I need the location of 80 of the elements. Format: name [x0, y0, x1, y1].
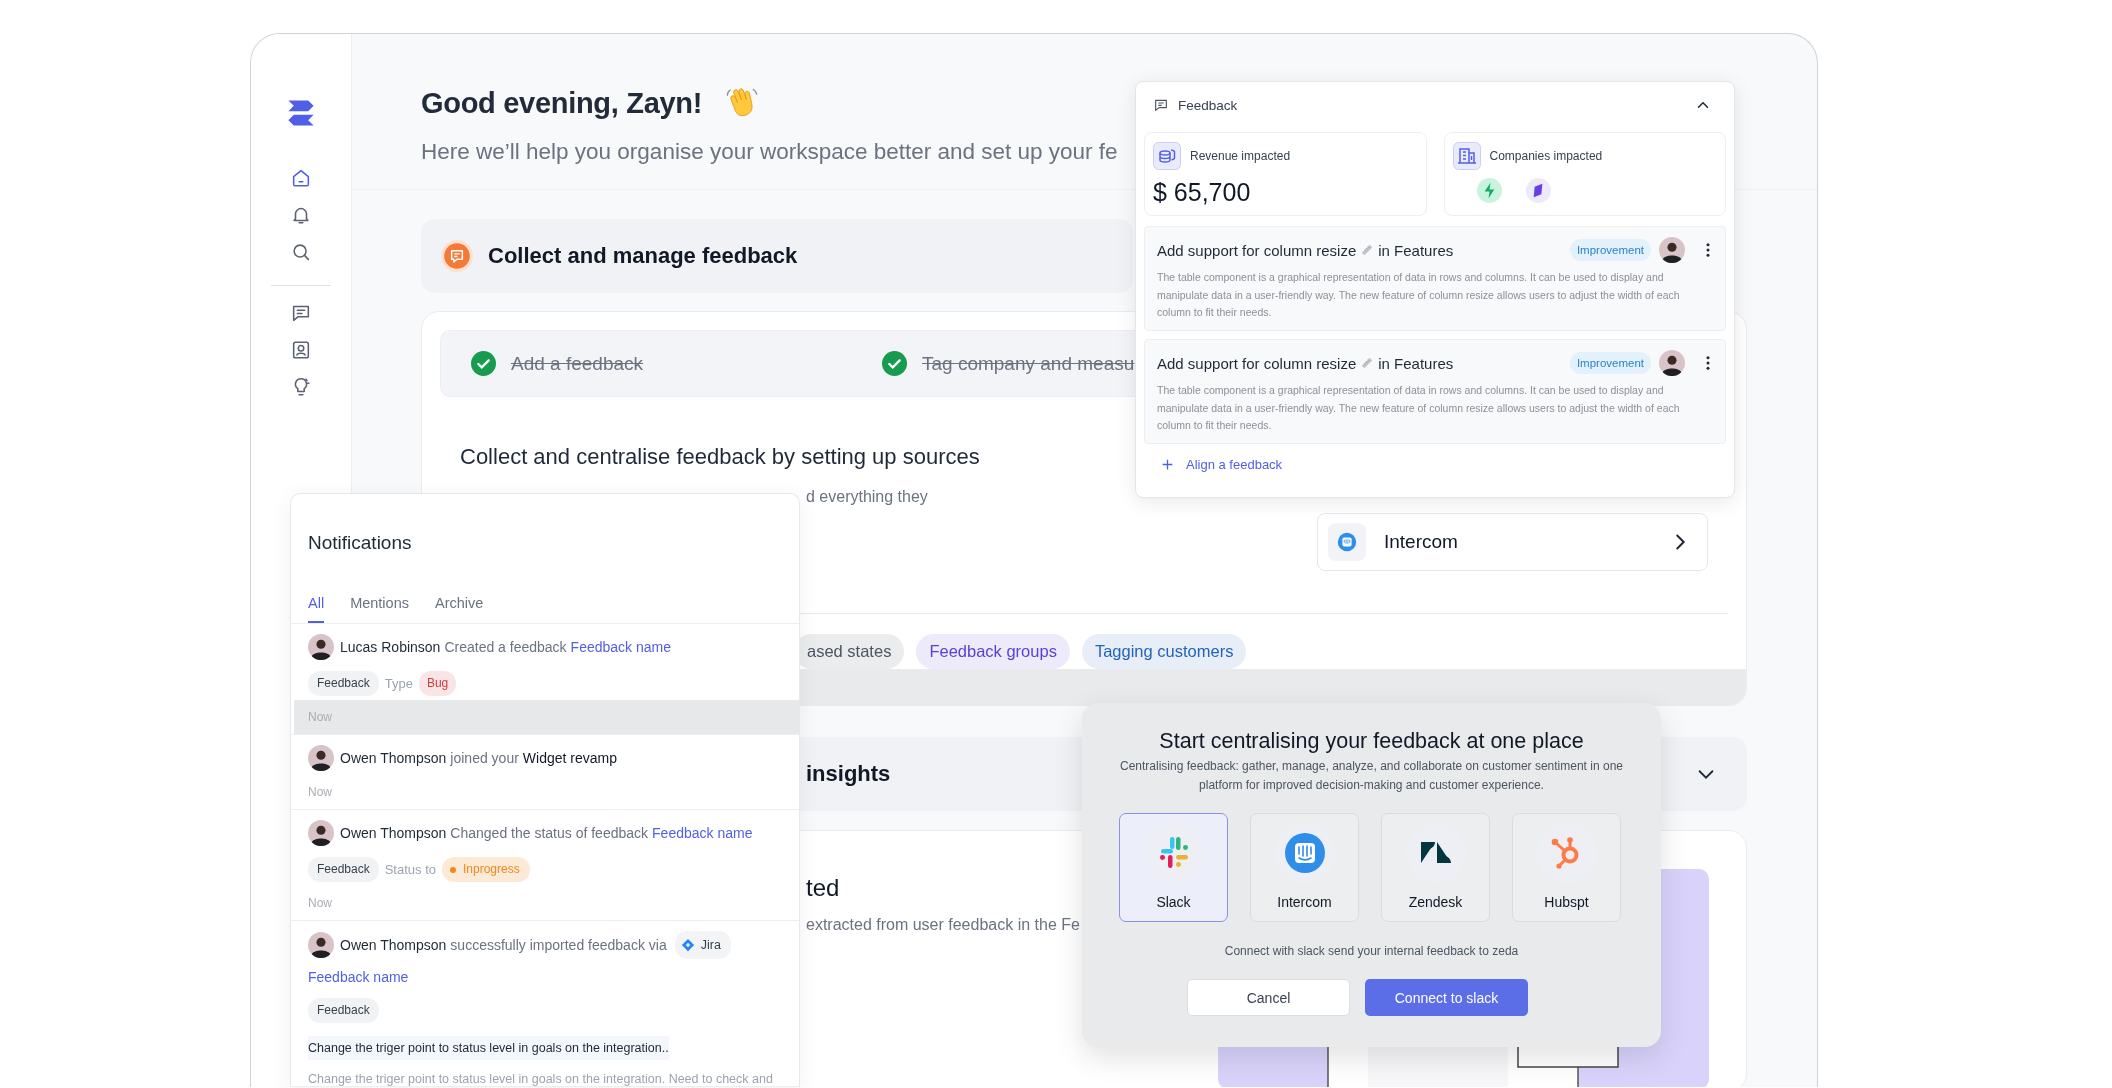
- ruler-icon: [1360, 356, 1375, 370]
- tag: Feedback: [308, 857, 379, 882]
- feedback-link[interactable]: Feedback name: [308, 967, 409, 987]
- card-description: d everything they: [806, 487, 928, 507]
- diamond-icon: [680, 938, 695, 952]
- stat-label: Companies impacted: [1489, 149, 1603, 163]
- dialog-hint: Connect with slack send your internal feedback to zeda: [1223, 944, 1520, 958]
- timestamp: Now: [308, 710, 332, 724]
- intercom-logo-icon: [1336, 531, 1358, 553]
- company-logo-icon: [1525, 178, 1551, 203]
- tag: Feedback: [308, 671, 379, 696]
- tab[interactable]: Mentions: [350, 595, 409, 623]
- feedback-link[interactable]: Feedback name: [570, 635, 671, 659]
- integration-option[interactable]: Intercom: [1250, 813, 1359, 922]
- card-heading: Collect and centralise feedback by setting up sources: [460, 444, 980, 470]
- home-icon[interactable]: [290, 167, 312, 189]
- notification-text: Owen Thompson joined your Widget revamp: [340, 749, 617, 768]
- greeting-title: Good evening, Zayn!: [421, 86, 703, 120]
- avatar-icon: [1659, 237, 1685, 263]
- step-label: Tag company and measu: [922, 352, 1135, 375]
- stat-label: Revenue impacted: [1190, 149, 1291, 163]
- section-title: Collect and manage feedback: [488, 243, 798, 269]
- notification-text: Lucas Robinson Created a feedback Feedback name: [340, 635, 671, 659]
- more-icon[interactable]: [1705, 355, 1711, 371]
- dialog-title: Start centralising your feedback at one place: [1158, 728, 1585, 754]
- card-heading: ted: [806, 873, 841, 903]
- connect-button[interactable]: Connect to slack: [1365, 979, 1528, 1016]
- chat-icon: [441, 240, 473, 272]
- section-header[interactable]: Collect and manage feedback: [421, 219, 1133, 293]
- timestamp: Now: [308, 896, 332, 910]
- tab[interactable]: Archive: [434, 595, 484, 623]
- tag: Feedback: [308, 998, 379, 1023]
- topic-chip[interactable]: Feedback groups: [916, 634, 1070, 669]
- search-icon[interactable]: [290, 241, 312, 263]
- tag: Improvement: [1569, 239, 1651, 261]
- status-badge: Inprogress: [442, 857, 530, 882]
- tab[interactable]: All: [308, 595, 325, 623]
- avatar-icon: [308, 820, 334, 846]
- cancel-button[interactable]: Cancel: [1187, 979, 1350, 1016]
- company-logo-icon: [1476, 178, 1502, 203]
- tag: Improvement: [1569, 352, 1651, 374]
- topic-chip[interactable]: Tagging customers: [1081, 634, 1247, 669]
- coins-icon: [1153, 142, 1181, 170]
- feedback-description: The table component is a graphical representation of data in rows and columns. It can be used to display and manipulate data in a user-friendly way. The new feature of column resize allows users to adjust the width of each column to fit their needs.: [1157, 383, 1681, 433]
- integration-option[interactable]: Slack: [1119, 813, 1228, 922]
- more-icon[interactable]: [1705, 242, 1711, 258]
- align-feedback-button[interactable]: Align a feedback: [1161, 457, 1283, 472]
- tag-label: Type: [384, 676, 413, 691]
- section-title: insights: [806, 761, 891, 787]
- avatar-icon: [308, 634, 334, 660]
- greeting-subtitle: Here we’ll help you organise your workspace better and set up your fe: [421, 138, 1118, 166]
- building-icon: [1452, 142, 1481, 170]
- source-chip: Jira: [674, 931, 731, 959]
- comment-title: Change the triger point to status level in goals on the integration..: [308, 1036, 669, 1060]
- plus-icon: [1161, 458, 1174, 471]
- avatar-icon: [308, 745, 334, 771]
- panel-title: Notifications: [308, 532, 413, 554]
- step-label: Add a feedback: [511, 352, 644, 375]
- notification-text: Owen Thompson Changed the status of feedback Feedback name: [340, 821, 753, 845]
- integration-option[interactable]: Hubspt: [1512, 813, 1621, 922]
- card-description: extracted from user feedback in the Fe: [806, 916, 1080, 934]
- timestamp: Now: [308, 785, 332, 799]
- integration-option[interactable]: Zendesk: [1381, 813, 1490, 922]
- stat-value: $ 65,700: [1153, 178, 1252, 207]
- chat-icon: [1153, 97, 1169, 113]
- feedback-description: The table component is a graphical representation of data in rows and columns. It can be used to display and manipulate data in a user-friendly way. The new feature of column resize allows users to adjust the width of each column to fit their needs.: [1157, 270, 1681, 320]
- panel-title: Feedback: [1178, 97, 1239, 113]
- tag-label: Status to: [384, 862, 436, 877]
- source-row[interactable]: Intercom: [1317, 513, 1708, 571]
- comment-text: Change the triger point to status level in goals on the integration. Need to check and: [308, 1072, 774, 1086]
- feedback-title: Add support for column resize in Features: [1157, 241, 1455, 259]
- type-badge: Bug: [418, 671, 457, 696]
- contact-icon[interactable]: [290, 339, 312, 361]
- ruler-icon: [1360, 243, 1375, 257]
- avatar-icon: [308, 932, 334, 958]
- feedback-link[interactable]: Feedback name: [652, 821, 753, 845]
- notification-text: Owen Thompson successfully imported feedback via Jira: [340, 931, 731, 959]
- feedback-title: Add support for column resize in Features: [1157, 354, 1455, 372]
- dialog-description: Centralising feedback: gather, manage, analyze, and collaborate on customer sentiment in one platform for improved decision-making and customer experience.: [1119, 758, 1624, 794]
- avatar-icon: [1659, 350, 1685, 376]
